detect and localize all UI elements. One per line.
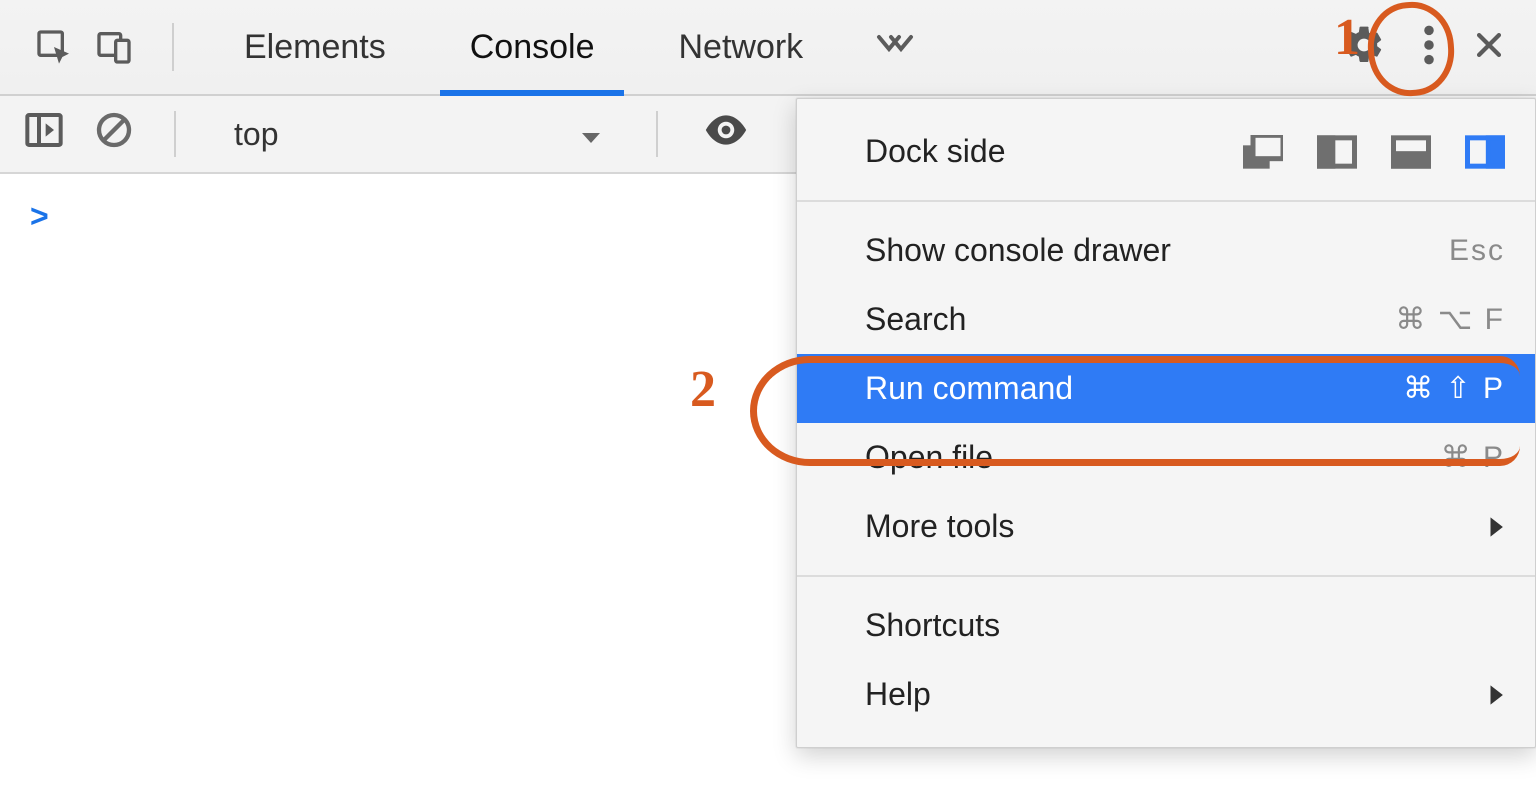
main-toolbar: Elements Console Network bbox=[0, 0, 1536, 96]
toolbar-divider bbox=[172, 23, 174, 71]
menu-item-label: Help bbox=[865, 676, 931, 713]
menu-item-label: More tools bbox=[865, 508, 1014, 545]
menu-item-label: Show console drawer bbox=[865, 232, 1171, 269]
dock-left-icon[interactable] bbox=[1317, 135, 1357, 169]
menu-item-label: Run command bbox=[865, 370, 1073, 407]
device-toggle-icon[interactable] bbox=[84, 17, 144, 77]
annotation-label-2: 2 bbox=[690, 360, 716, 419]
more-tabs-icon[interactable] bbox=[875, 26, 915, 69]
menu-item-shortcut: ⌘ ⌥ F bbox=[1395, 302, 1505, 337]
main-menu-dropdown: Dock side Show console drawer Esc bbox=[796, 98, 1536, 748]
live-expression-icon[interactable] bbox=[704, 115, 748, 153]
tab-label: Network bbox=[678, 28, 803, 67]
close-icon[interactable] bbox=[1472, 28, 1506, 67]
dock-bottom-icon[interactable] bbox=[1391, 135, 1431, 169]
menu-item-help[interactable]: Help bbox=[797, 660, 1535, 729]
tab-elements[interactable]: Elements bbox=[202, 0, 428, 94]
devtools-window: Elements Console Network bbox=[0, 0, 1536, 800]
menu-item-shortcuts[interactable]: Shortcuts bbox=[797, 591, 1535, 660]
tab-network[interactable]: Network bbox=[636, 0, 845, 94]
inspect-element-icon[interactable] bbox=[24, 17, 84, 77]
context-label: top bbox=[234, 116, 278, 153]
sidebar-toggle-icon[interactable] bbox=[24, 111, 64, 157]
menu-item-run-command[interactable]: Run command ⌘ ⇧ P bbox=[797, 354, 1535, 423]
menu-item-shortcut: Esc bbox=[1449, 234, 1505, 268]
subbar-divider bbox=[656, 111, 658, 157]
panel-tabs: Elements Console Network bbox=[202, 0, 845, 94]
menu-item-show-console-drawer[interactable]: Show console drawer Esc bbox=[797, 216, 1535, 285]
console-prompt-icon: > bbox=[30, 198, 49, 234]
tab-label: Console bbox=[470, 28, 595, 67]
dock-undock-icon[interactable] bbox=[1243, 135, 1283, 169]
menu-item-label: Shortcuts bbox=[865, 607, 1000, 644]
menu-item-label: Dock side bbox=[865, 133, 1006, 170]
menu-separator bbox=[797, 200, 1535, 202]
menu-item-open-file[interactable]: Open file ⌘ P bbox=[797, 423, 1535, 492]
submenu-arrow-icon bbox=[1487, 516, 1505, 538]
toolbar-right bbox=[1342, 23, 1516, 72]
menu-item-more-tools[interactable]: More tools bbox=[797, 492, 1535, 561]
menu-separator bbox=[797, 575, 1535, 577]
subbar-divider bbox=[174, 111, 176, 157]
clear-console-icon[interactable] bbox=[94, 110, 134, 158]
menu-item-search[interactable]: Search ⌘ ⌥ F bbox=[797, 285, 1535, 354]
submenu-arrow-icon bbox=[1487, 684, 1505, 706]
dock-right-icon[interactable] bbox=[1465, 135, 1505, 169]
menu-item-shortcut: ⌘ ⇧ P bbox=[1403, 371, 1505, 406]
tab-console[interactable]: Console bbox=[428, 0, 637, 94]
menu-dock-side: Dock side bbox=[797, 117, 1535, 186]
menu-item-shortcut: ⌘ P bbox=[1441, 440, 1505, 475]
menu-item-label: Open file bbox=[865, 439, 993, 476]
kebab-menu-icon[interactable] bbox=[1420, 23, 1438, 72]
dropdown-caret-icon bbox=[580, 116, 602, 153]
settings-gear-icon[interactable] bbox=[1342, 23, 1386, 72]
menu-item-label: Search bbox=[865, 301, 966, 338]
context-selector[interactable]: top bbox=[216, 106, 616, 162]
tab-label: Elements bbox=[244, 28, 386, 67]
